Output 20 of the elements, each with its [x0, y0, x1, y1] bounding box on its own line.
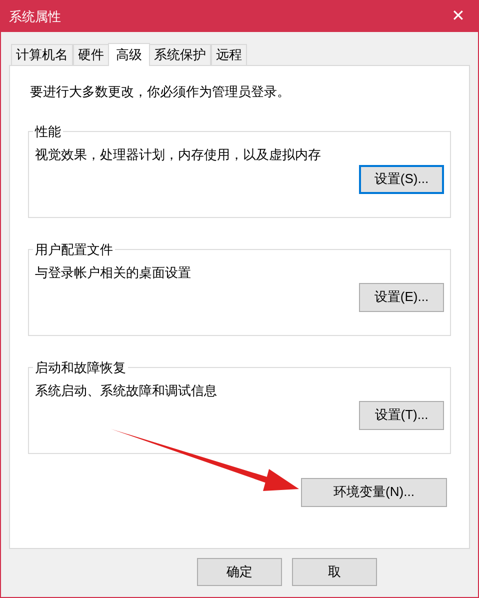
tab[interactable]: 远程	[211, 44, 247, 65]
tab[interactable]: 硬件	[73, 44, 109, 65]
group-title: 启动和故障恢复	[34, 358, 127, 376]
notice-text: 要进行大多数更改，你必须作为管理员登录。	[29, 83, 291, 101]
window-title: 系统属性	[9, 8, 61, 26]
environment-variables-button[interactable]: 环境变量(N)...	[301, 478, 447, 506]
settings-button[interactable]: 设置(S)...	[359, 164, 444, 194]
group-title: 用户配置文件	[34, 240, 114, 258]
group-description: 视觉效果，处理器计划，内存使用，以及虚拟内存	[35, 146, 322, 164]
group-description: 系统启动、系统故障和调试信息	[35, 382, 218, 400]
settings-button[interactable]: 设置(E)...	[359, 282, 444, 312]
settings-button[interactable]: 设置(T)...	[359, 400, 444, 430]
group-title: 性能	[34, 122, 62, 140]
tab[interactable]: 计算机名	[11, 44, 73, 65]
tab[interactable]: 高级	[108, 43, 150, 66]
close-button[interactable]: ✕	[438, 1, 478, 32]
tab[interactable]: 系统保护	[149, 44, 211, 65]
dialog-button[interactable]: 取	[292, 558, 377, 586]
dialog-button[interactable]: 确定	[197, 558, 282, 586]
group-description: 与登录帐户相关的桌面设置	[35, 264, 192, 282]
